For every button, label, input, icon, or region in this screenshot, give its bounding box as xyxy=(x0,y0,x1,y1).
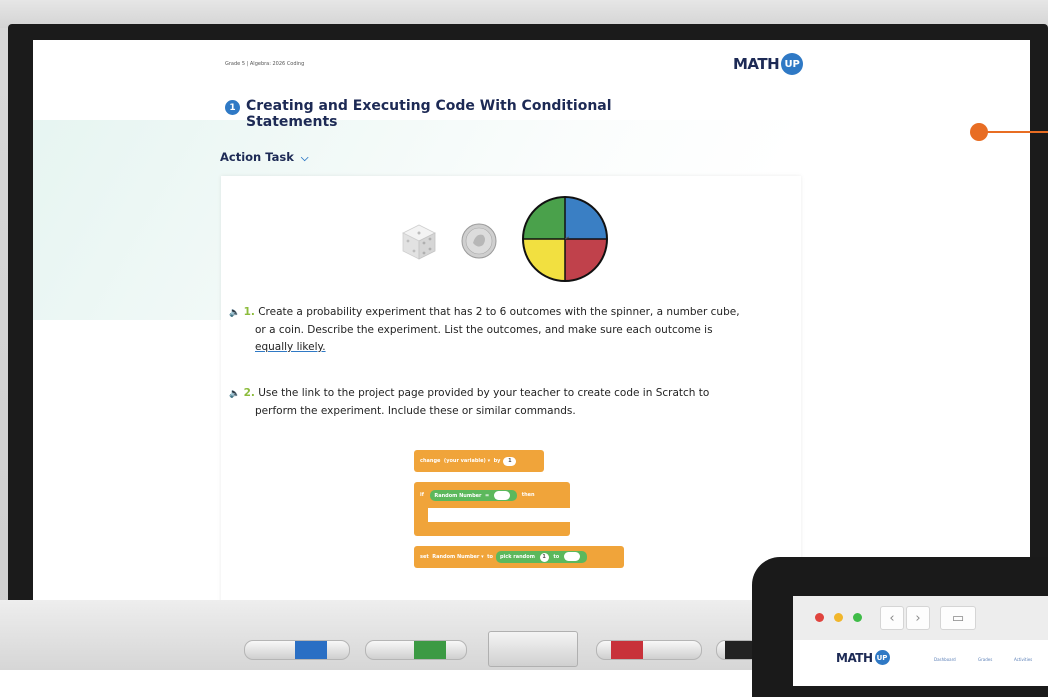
question-2-line-2: perform the experiment. Include these or… xyxy=(255,405,576,417)
tablet-logo-badge: UP xyxy=(874,650,890,665)
by-label: by xyxy=(493,458,501,464)
question-number: 1. xyxy=(243,306,255,318)
pick-random-from-input: 1 xyxy=(539,553,549,562)
scratch-code-blocks: change (your variable) ▾ by 1 if Random … xyxy=(414,446,634,586)
tablet-mathup-logo[interactable]: MATH UP xyxy=(836,650,890,665)
mathup-logo[interactable]: MATH UP xyxy=(733,53,804,75)
eraser[interactable] xyxy=(488,631,578,667)
if-block-bottom xyxy=(414,522,570,536)
speaker-icon[interactable]: 🔈 xyxy=(229,308,240,318)
tablet-logo-text: MATH xyxy=(836,650,873,665)
back-button[interactable]: ‹ xyxy=(880,606,904,630)
callout-line xyxy=(986,131,1048,133)
lesson-title-block: 1 Creating and Executing Code With Condi… xyxy=(225,98,626,130)
question-number: 2. xyxy=(243,387,255,399)
question-1-line-1: Create a probability experiment that has… xyxy=(258,306,740,318)
red-pen[interactable] xyxy=(596,640,702,660)
by-value-input: 1 xyxy=(503,456,517,466)
nav-dashboard[interactable]: Dashboard xyxy=(934,657,956,662)
nav-activities[interactable]: Activities xyxy=(1014,657,1032,662)
compare-value-input xyxy=(493,490,510,500)
speaker-icon[interactable]: 🔈 xyxy=(229,389,240,399)
if-block-arm xyxy=(414,508,428,522)
if-block-top: if Random Number = then xyxy=(414,482,570,508)
minimize-window-dot[interactable] xyxy=(834,613,843,622)
spinner-icon xyxy=(522,196,608,282)
logo-text: MATH xyxy=(733,55,780,73)
breadcrumb[interactable]: Grade 5 | Algebra: 2026 Coding xyxy=(225,61,304,67)
change-label: change xyxy=(420,458,441,464)
close-window-dot[interactable] xyxy=(815,613,824,622)
blue-pen[interactable] xyxy=(244,640,350,660)
question-1: 🔈 1. Create a probability experiment tha… xyxy=(229,304,777,356)
task-card: 🔈 1. Create a probability experiment tha… xyxy=(221,176,801,600)
maximize-window-dot[interactable] xyxy=(853,613,862,622)
condition-operator: Random Number = xyxy=(430,489,517,501)
if-then-block: if Random Number = then xyxy=(414,482,570,536)
action-task-label: Action Task xyxy=(220,150,294,164)
lesson-number-badge: 1 xyxy=(225,100,240,115)
if-label: if xyxy=(420,492,424,498)
forward-button[interactable]: › xyxy=(906,606,930,630)
variable-dropdown: (your variable) ▾ xyxy=(443,458,491,464)
coin-icon xyxy=(461,223,497,259)
question-1-line-3: equally likely. xyxy=(255,341,326,353)
question-2: 🔈 2. Use the link to the project page pr… xyxy=(229,385,777,420)
set-variable-dropdown: Random Number ▾ xyxy=(432,554,484,560)
action-task-toggle[interactable]: Action Task ⌵ xyxy=(220,150,308,164)
green-pen[interactable] xyxy=(365,640,467,660)
chevron-down-icon: ⌵ xyxy=(300,153,309,164)
then-label: then xyxy=(521,492,535,498)
equals-sign: = xyxy=(485,492,490,499)
set-variable-block: set Random Number ▾ to pick random 1 to xyxy=(414,546,624,568)
number-cube-icon xyxy=(402,224,436,260)
question-2-line-1: Use the link to the project page provide… xyxy=(258,387,710,399)
sidebar-toggle-icon[interactable]: ▭ xyxy=(940,606,976,630)
change-variable-block: change (your variable) ▾ by 1 xyxy=(414,450,544,472)
set-label: set xyxy=(420,554,429,560)
logo-badge: UP xyxy=(781,53,804,75)
pick-random-reporter: pick random 1 to xyxy=(495,551,587,563)
to-label: to xyxy=(487,554,493,560)
smartboard-screen: Grade 5 | Algebra: 2026 Coding MATH UP 1… xyxy=(33,40,1030,600)
random-number-reporter: Random Number xyxy=(434,492,482,499)
pick-random-to-input xyxy=(563,552,580,561)
nav-grades[interactable]: Grades xyxy=(978,657,992,662)
pick-random-label: pick random xyxy=(499,554,535,560)
pick-random-to-label: to xyxy=(553,554,560,560)
question-1-line-2: or a coin. Describe the experiment. List… xyxy=(255,324,713,336)
page-title: Creating and Executing Code With Conditi… xyxy=(246,98,612,130)
